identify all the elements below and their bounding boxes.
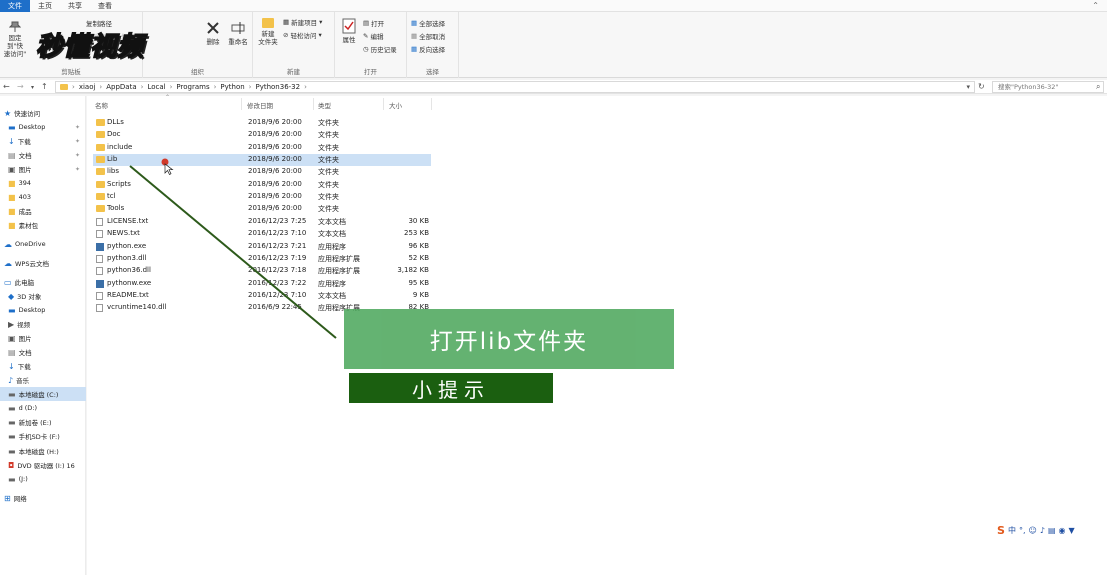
keyboard-icon[interactable]: ▤ [1048, 526, 1056, 535]
sogou-logo-icon[interactable]: S [997, 524, 1005, 537]
emoji-icon[interactable]: ☺ [1028, 526, 1036, 535]
annotation-pointer-line [129, 165, 337, 339]
punctuation-icon[interactable]: °, [1019, 526, 1026, 535]
shirt-icon[interactable]: ▼ [1068, 526, 1074, 535]
ime-language-label[interactable]: 中 [1008, 525, 1016, 536]
user-icon[interactable]: ◉ [1059, 526, 1066, 535]
mouse-cursor-icon [164, 163, 174, 175]
annotation-overlay [129, 158, 337, 339]
microphone-icon[interactable]: ♪ [1040, 526, 1045, 535]
ime-toolbar: S 中 °, ☺ ♪ ▤ ◉ ▼ [997, 523, 1075, 538]
tutorial-caption: 打开lib文件夹 [344, 309, 674, 369]
tutorial-tip-label: 小提示 [349, 373, 553, 403]
